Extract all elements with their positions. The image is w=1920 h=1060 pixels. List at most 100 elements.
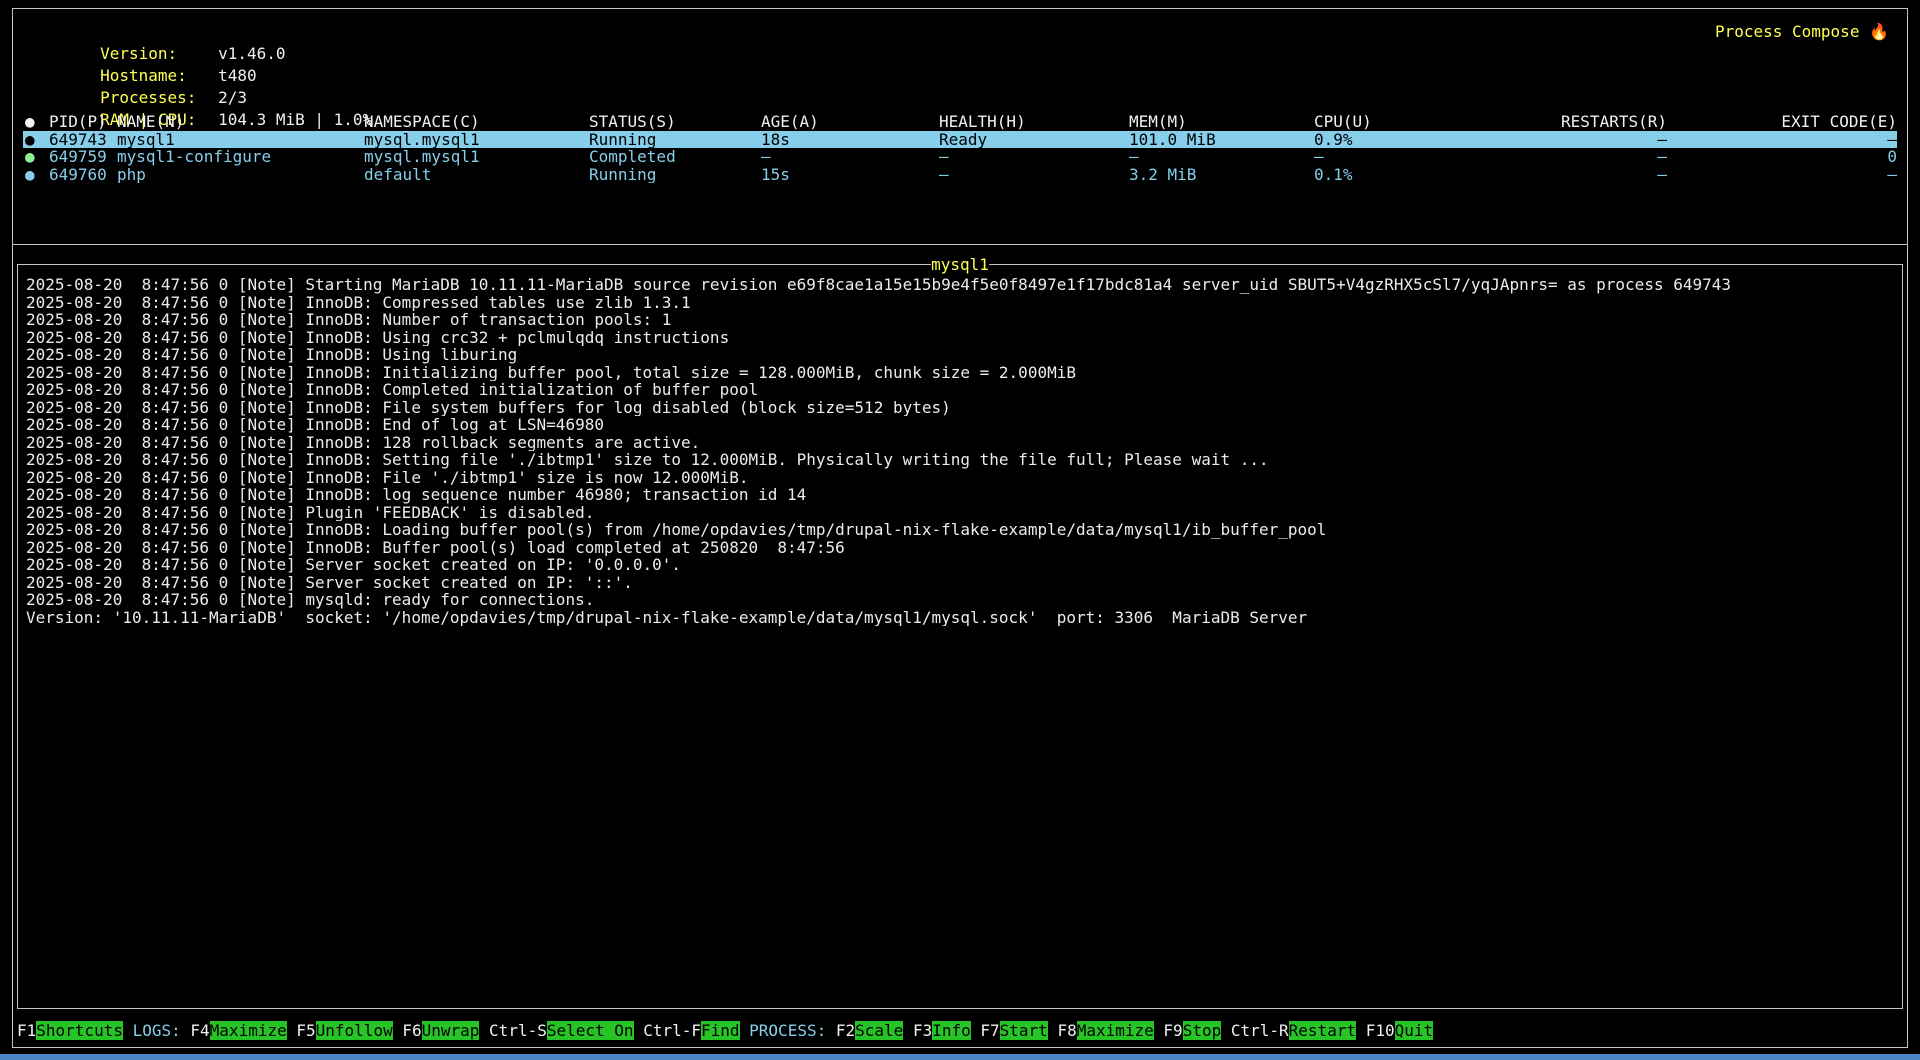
shortcut-key: Ctrl-S <box>489 1021 547 1040</box>
log-line: 2025-08-20 8:47:56 0 [Note] Plugin 'FEED… <box>26 504 1896 522</box>
col-mem[interactable]: MEM(M) <box>1129 113 1314 131</box>
log-line: 2025-08-20 8:47:56 0 [Note] InnoDB: End … <box>26 416 1896 434</box>
shortcut-key: Ctrl-R <box>1231 1021 1289 1040</box>
version-value: v1.46.0 <box>218 44 285 63</box>
shortcut-start-button[interactable]: Start <box>1000 1021 1048 1040</box>
log-line: 2025-08-20 8:47:56 0 [Note] InnoDB: Numb… <box>26 311 1896 329</box>
top-section: Version:v1.46.0 Hostname:t480 Processes:… <box>13 9 1907 245</box>
col-namespace[interactable]: NAMESPACE(C) <box>364 113 589 131</box>
process-restarts: – <box>1492 166 1667 184</box>
process-pid: 649759 <box>49 148 117 166</box>
process-namespace: mysql.mysql1 <box>364 131 589 149</box>
version-row: Version:v1.46.0 <box>23 21 1897 43</box>
process-row[interactable]: ● 649743 mysql1 mysql.mysql1 Running 18s… <box>23 131 1897 149</box>
flame-icon: 🔥 <box>1869 22 1889 41</box>
shortcut-scale-button[interactable]: Scale <box>855 1021 903 1040</box>
shortcut-key: Ctrl-F <box>643 1021 701 1040</box>
shortcut-maximize-button[interactable]: Maximize <box>210 1021 287 1040</box>
process-status: Completed <box>589 148 761 166</box>
shortcut-select-on-button[interactable]: Select On <box>547 1021 634 1040</box>
shortcut-key: F2 <box>836 1021 855 1040</box>
shortcut-key: F8 <box>1057 1021 1076 1040</box>
shortcut-quit-button[interactable]: Quit <box>1395 1021 1434 1040</box>
status-bullet-icon: ● <box>23 148 49 166</box>
process-table: ● PID(P) NAME(N) NAMESPACE(C) STATUS(S) … <box>23 113 1897 183</box>
process-age: 18s <box>761 131 939 149</box>
col-status[interactable]: STATUS(S) <box>589 113 761 131</box>
processes-label: Processes: <box>100 87 218 109</box>
process-pid: 649760 <box>49 166 117 184</box>
shortcut-key: F7 <box>980 1021 999 1040</box>
process-compose-window: Version:v1.46.0 Hostname:t480 Processes:… <box>0 0 1920 1060</box>
shortcut-key: F6 <box>402 1021 421 1040</box>
ram-cpu-row: RAM | CPU:104.3 MiB | 1.0% <box>23 87 1897 109</box>
shortcut-maximize-button[interactable]: Maximize <box>1077 1021 1154 1040</box>
process-name: mysql1 <box>117 131 364 149</box>
process-mem: 101.0 MiB <box>1129 131 1314 149</box>
process-table-header: ● PID(P) NAME(N) NAMESPACE(C) STATUS(S) … <box>23 113 1897 131</box>
shortcut-section-label: PROCESS: <box>749 1021 836 1040</box>
shortcut-restart-button[interactable]: Restart <box>1289 1021 1356 1040</box>
log-line: 2025-08-20 8:47:56 0 [Note] InnoDB: Comp… <box>26 294 1896 312</box>
shortcut-unwrap-button[interactable]: Unwrap <box>422 1021 480 1040</box>
process-health: – <box>939 166 1129 184</box>
log-lines: 2025-08-20 8:47:56 0 [Note] Starting Mar… <box>18 265 1902 626</box>
main-frame: Version:v1.46.0 Hostname:t480 Processes:… <box>12 8 1908 1048</box>
col-pid[interactable]: PID(P) <box>49 113 117 131</box>
process-health: – <box>939 148 1129 166</box>
shortcut-key: F1 <box>17 1021 36 1040</box>
shortcut-stop-button[interactable]: Stop <box>1183 1021 1222 1040</box>
status-bullet-icon: ● <box>23 166 49 184</box>
log-line: 2025-08-20 8:47:56 0 [Note] InnoDB: File… <box>26 469 1896 487</box>
process-restarts: – <box>1492 148 1667 166</box>
log-panel[interactable]: mysql1 2025-08-20 8:47:56 0 [Note] Start… <box>17 264 1903 1009</box>
process-age: – <box>761 148 939 166</box>
processes-row: Processes:2/3 <box>23 65 1897 87</box>
version-label: Version: <box>100 43 218 65</box>
log-line: 2025-08-20 8:47:56 0 [Note] InnoDB: Init… <box>26 364 1896 382</box>
log-line: Version: '10.11.11-MariaDB' socket: '/ho… <box>26 609 1896 627</box>
col-cpu[interactable]: CPU(U) <box>1314 113 1492 131</box>
process-row[interactable]: ● 649759 mysql1-configure mysql.mysql1 C… <box>23 148 1897 166</box>
shortcut-find-button[interactable]: Find <box>701 1021 740 1040</box>
col-exit-code[interactable]: EXIT CODE(E) <box>1667 113 1897 131</box>
process-mem: 3.2 MiB <box>1129 166 1314 184</box>
process-status: Running <box>589 166 761 184</box>
shortcut-key: F10 <box>1366 1021 1395 1040</box>
shortcut-key: F3 <box>913 1021 932 1040</box>
process-exit-code: – <box>1667 166 1897 184</box>
col-health[interactable]: HEALTH(H) <box>939 113 1129 131</box>
process-cpu: 0.9% <box>1314 131 1492 149</box>
log-line: 2025-08-20 8:47:56 0 [Note] InnoDB: File… <box>26 399 1896 417</box>
process-restarts: – <box>1492 131 1667 149</box>
log-line: 2025-08-20 8:47:56 0 [Note] InnoDB: Usin… <box>26 329 1896 347</box>
shortcut-info-button[interactable]: Info <box>932 1021 971 1040</box>
shortcut-shortcuts-button[interactable]: Shortcuts <box>36 1021 123 1040</box>
process-name: mysql1-configure <box>117 148 364 166</box>
col-name[interactable]: NAME(N) <box>117 113 364 131</box>
hostname-row: Hostname:t480 <box>23 43 1897 65</box>
hostname-label: Hostname: <box>100 65 218 87</box>
process-exit-code: 0 <box>1667 148 1897 166</box>
log-line: 2025-08-20 8:47:56 0 [Note] InnoDB: Comp… <box>26 381 1896 399</box>
hostname-value: t480 <box>218 66 257 85</box>
shortcut-unfollow-button[interactable]: Unfollow <box>316 1021 393 1040</box>
shortcut-key: F9 <box>1163 1021 1182 1040</box>
log-line: 2025-08-20 8:47:56 0 [Note] Starting Mar… <box>26 276 1896 294</box>
process-namespace: mysql.mysql1 <box>364 148 589 166</box>
process-exit-code: – <box>1667 131 1897 149</box>
process-pid: 649743 <box>49 131 117 149</box>
col-restarts[interactable]: RESTARTS(R) <box>1492 113 1667 131</box>
process-health: Ready <box>939 131 1129 149</box>
process-cpu: 0.1% <box>1314 166 1492 184</box>
log-line: 2025-08-20 8:47:56 0 [Note] InnoDB: Sett… <box>26 451 1896 469</box>
process-name: php <box>117 166 364 184</box>
col-age[interactable]: AGE(A) <box>761 113 939 131</box>
window-bottom-edge <box>0 1054 1920 1060</box>
log-line: 2025-08-20 8:47:56 0 [Note] mysqld: read… <box>26 591 1896 609</box>
process-row[interactable]: ● 649760 php default Running 15s – 3.2 M… <box>23 166 1897 184</box>
process-cpu: – <box>1314 148 1492 166</box>
log-line: 2025-08-20 8:47:56 0 [Note] Server socke… <box>26 574 1896 592</box>
status-bullet-icon: ● <box>23 131 49 149</box>
log-line: 2025-08-20 8:47:56 0 [Note] InnoDB: Usin… <box>26 346 1896 364</box>
